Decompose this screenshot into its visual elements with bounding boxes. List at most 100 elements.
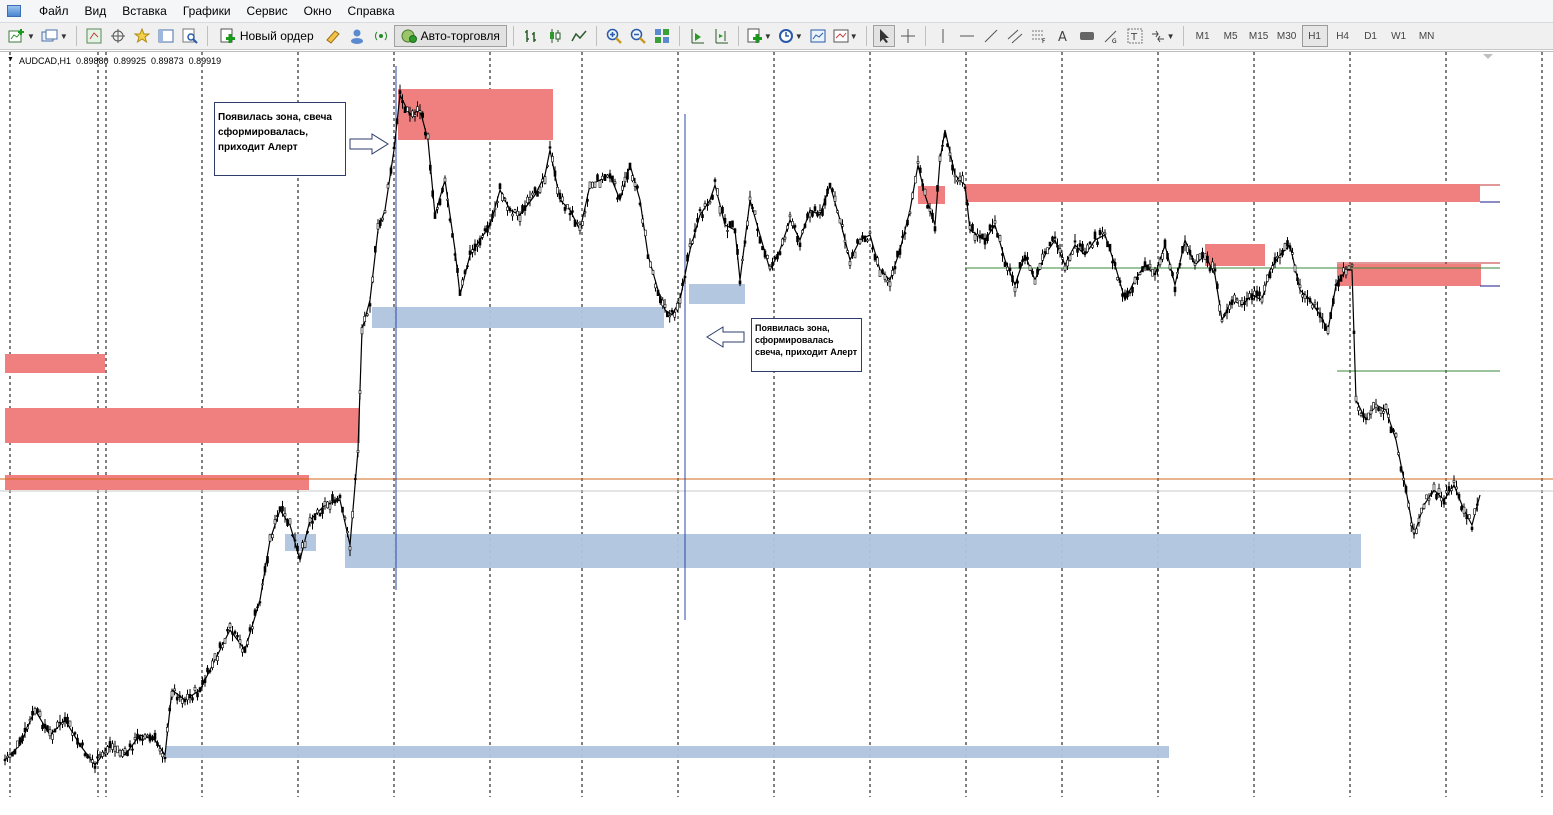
timeframe-d1-button[interactable]: D1: [1358, 25, 1384, 47]
broadcast-icon: [374, 31, 387, 41]
candle-body: [841, 224, 844, 227]
annotation-note-1[interactable]: Появилась зона, свеча сформировалась, пр…: [214, 102, 346, 176]
gann-button[interactable]: G: [1100, 25, 1122, 47]
candle-body: [341, 506, 344, 513]
candle-body: [748, 196, 752, 201]
timeframe-m30-button[interactable]: M30: [1274, 25, 1300, 47]
candle-body: [403, 106, 407, 114]
candle-body: [273, 519, 277, 525]
chevron-down-icon: ▼: [849, 31, 858, 41]
candle-body: [395, 118, 399, 124]
data-window-button[interactable]: [107, 25, 129, 47]
candle-body: [238, 639, 242, 644]
text-box-button[interactable]: T: [1124, 25, 1146, 47]
templates-button[interactable]: [807, 25, 829, 47]
candle-body: [1263, 285, 1266, 292]
bar-chart-button[interactable]: [520, 25, 542, 47]
cursor-button[interactable]: [872, 25, 895, 47]
candle-body: [348, 546, 352, 551]
timeframe-m15-button[interactable]: M15: [1246, 25, 1272, 47]
toolbar-separator: [865, 26, 867, 46]
supply-zone: [918, 186, 945, 204]
candle-body: [1176, 272, 1179, 275]
candle-body: [458, 289, 462, 296]
menu-view[interactable]: Вид: [77, 0, 115, 22]
horizontal-line-button[interactable]: [956, 25, 978, 47]
timeframe-m1-button[interactable]: M1: [1190, 25, 1216, 47]
candle-body: [1372, 402, 1375, 410]
candle-body: [1473, 508, 1476, 515]
template-icon: [810, 29, 826, 43]
periods-button[interactable]: ▼: [776, 25, 805, 47]
chart-area[interactable]: ▼ AUDCAD,H1 0.89880 0.89925 0.89873 0.89…: [0, 51, 1553, 815]
timeframe-w1-button[interactable]: W1: [1386, 25, 1412, 47]
candle-body: [1367, 412, 1370, 421]
line-chart-button[interactable]: [568, 25, 590, 47]
candle-body: [1036, 268, 1039, 275]
candle-body: [1078, 243, 1082, 247]
menu-window[interactable]: Окно: [296, 0, 340, 22]
terminal-button[interactable]: [155, 25, 177, 47]
new-chart-button[interactable]: ▼: [6, 25, 37, 47]
fibonacci-button[interactable]: F: [1028, 25, 1050, 47]
candle-body: [518, 215, 522, 222]
candle-body: [353, 478, 357, 481]
timeframe-m5-button[interactable]: M5: [1218, 25, 1244, 47]
zoom-out-button[interactable]: [627, 25, 649, 47]
timeframe-h4-button[interactable]: H4: [1330, 25, 1356, 47]
trendline-button[interactable]: [980, 25, 1002, 47]
indicators-button[interactable]: ▼: [745, 25, 774, 47]
candle-body: [493, 207, 497, 210]
candle-body: [343, 517, 347, 520]
candle-body: [18, 737, 22, 745]
tile-windows-button[interactable]: [651, 25, 673, 47]
menu-tools[interactable]: Сервис: [239, 0, 296, 22]
menu-charts[interactable]: Графики: [175, 0, 239, 22]
vertical-line-button[interactable]: [932, 25, 954, 47]
candle-body: [1101, 231, 1104, 235]
metaeditor-button[interactable]: [322, 25, 344, 47]
tester-button[interactable]: [179, 25, 201, 47]
candle-body: [389, 167, 393, 174]
crosshair-button[interactable]: [897, 25, 919, 47]
new-order-button[interactable]: Новый ордер: [214, 25, 320, 47]
candle-body: [466, 265, 469, 268]
tile-windows-icon: [654, 29, 669, 43]
text-button[interactable]: A: [1052, 25, 1074, 47]
menu-help[interactable]: Справка: [340, 0, 403, 22]
candle-body: [461, 279, 464, 286]
annotation-note-2[interactable]: Появилась зона, сформировалась свеча, пр…: [751, 318, 862, 372]
auto-scroll-button[interactable]: [686, 25, 708, 47]
chart-menu-arrow-icon[interactable]: ▼: [7, 56, 14, 66]
candle-body: [908, 211, 912, 215]
candle-body: [1268, 271, 1272, 278]
equidistant-channel-button[interactable]: [1004, 25, 1026, 47]
signals-button[interactable]: [346, 25, 368, 47]
candle-body: [1260, 297, 1264, 303]
autotrading-button[interactable]: Авто-торговля: [393, 25, 507, 47]
candle-body: [268, 534, 272, 542]
candle-body: [163, 756, 167, 760]
chart-properties-button[interactable]: ▼: [831, 25, 860, 47]
timeframe-h1-button[interactable]: H1: [1301, 25, 1328, 47]
market-button[interactable]: [370, 25, 392, 47]
demand-zone: [345, 534, 1361, 568]
text-label-button[interactable]: [1076, 25, 1098, 47]
timeframe-mn-button[interactable]: MN: [1414, 25, 1440, 47]
candle-body: [1440, 497, 1443, 502]
arrows-button[interactable]: ▼: [1148, 25, 1177, 47]
candle-body: [878, 269, 882, 277]
chart-shift-button[interactable]: [710, 25, 732, 47]
candlestick-button[interactable]: [544, 25, 566, 47]
candle-body: [113, 746, 117, 752]
crosshair-icon: [900, 29, 915, 43]
menu-insert[interactable]: Вставка: [114, 0, 175, 22]
candle-body: [231, 632, 234, 635]
candle-body: [613, 181, 617, 185]
profiles-button[interactable]: ▼: [39, 25, 70, 47]
menu-file[interactable]: Файл: [31, 0, 77, 22]
market-watch-button[interactable]: [83, 25, 105, 47]
app-icon[interactable]: [7, 5, 21, 17]
navigator-button[interactable]: [131, 25, 153, 47]
zoom-in-button[interactable]: [603, 25, 625, 47]
